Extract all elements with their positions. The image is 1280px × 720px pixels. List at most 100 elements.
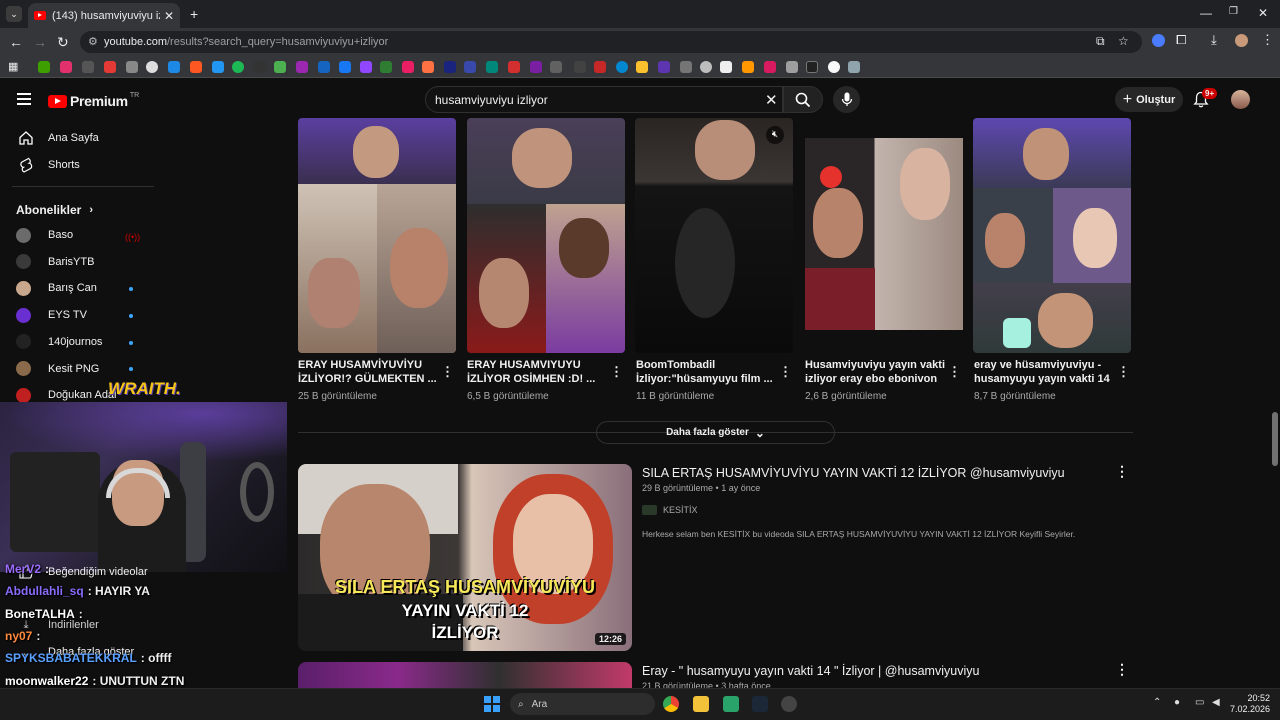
notifications-button[interactable]: 9+: [1193, 88, 1218, 111]
back-icon[interactable]: ←: [9, 34, 23, 50]
voice-search-button[interactable]: [833, 86, 860, 113]
video-title[interactable]: SILA ERTAŞ HUSAMVİYUVİYU YAYIN VAKTİ 12 …: [642, 466, 1065, 480]
app-icon[interactable]: [781, 696, 797, 712]
sidebar-subscription[interactable]: Kesit PNG: [16, 359, 99, 379]
short-thumbnail[interactable]: [467, 118, 625, 353]
bookmark-icon[interactable]: [658, 61, 670, 73]
more-options-icon[interactable]: ⋮: [779, 364, 792, 380]
subscriptions-header[interactable]: Abonelikler ›: [16, 203, 93, 217]
bookmark-icon[interactable]: [60, 61, 72, 73]
app-icon[interactable]: [723, 696, 739, 712]
bookmark-icon[interactable]: [190, 61, 202, 73]
short-title[interactable]: Husamviyuviyu yayın vakti izliyor eray e…: [805, 358, 945, 386]
bookmark-icon[interactable]: [574, 61, 586, 73]
sidebar-subscription[interactable]: 140journos: [16, 332, 102, 352]
search-button[interactable]: [783, 86, 823, 113]
browser-menu-icon[interactable]: ⋮: [1261, 32, 1274, 48]
bookmark-icon[interactable]: [806, 61, 818, 73]
more-options-icon[interactable]: ⋮: [1115, 463, 1129, 480]
bookmark-icon[interactable]: [146, 61, 158, 73]
video-thumbnail[interactable]: [298, 662, 632, 688]
forward-icon[interactable]: →: [33, 34, 47, 50]
restore-icon[interactable]: ❐: [1229, 6, 1238, 17]
taskbar-search[interactable]: ⌕ Ara: [510, 693, 655, 715]
clear-search-icon[interactable]: ✕: [765, 91, 778, 109]
site-info-icon[interactable]: ⚙: [88, 35, 98, 48]
short-thumbnail[interactable]: [973, 118, 1131, 353]
bookmark-icon[interactable]: [232, 61, 244, 73]
more-options-icon[interactable]: ⋮: [441, 364, 454, 380]
page-scrollbar[interactable]: [1272, 412, 1278, 466]
url-field[interactable]: ⚙ youtube.com/results?search_query=husam…: [80, 31, 1142, 53]
short-thumbnail[interactable]: [298, 118, 456, 353]
bookmark-icon[interactable]: [550, 61, 562, 73]
more-options-icon[interactable]: ⋮: [1117, 364, 1130, 380]
close-tab-icon[interactable]: ✕: [164, 9, 174, 23]
reload-icon[interactable]: ↻: [57, 34, 69, 51]
short-thumbnail[interactable]: [805, 118, 963, 353]
bookmark-icon[interactable]: [848, 61, 860, 73]
windows-start-icon[interactable]: [484, 696, 500, 712]
minimize-icon[interactable]: —: [1200, 6, 1212, 20]
profile-avatar[interactable]: [1235, 34, 1248, 47]
bookmark-icon[interactable]: [764, 61, 776, 73]
video-title[interactable]: Eray - " husamyuyu yayın vakti 14 " İzli…: [642, 664, 979, 678]
bookmark-icon[interactable]: [828, 61, 840, 73]
sidebar-item-shorts[interactable]: Shorts: [16, 155, 80, 175]
tab-search-button[interactable]: ⌄: [6, 6, 22, 22]
bookmark-icon[interactable]: [530, 61, 542, 73]
youtube-logo[interactable]: Premium TR: [48, 92, 139, 109]
bookmark-icon[interactable]: [720, 61, 732, 73]
short-title[interactable]: BoomTombadil İzliyor:"hüsamyuyu film ...: [636, 358, 776, 386]
bookmark-icon[interactable]: [444, 61, 456, 73]
bookmark-icon[interactable]: [786, 61, 798, 73]
sidebar-item-home[interactable]: Ana Sayfa: [16, 128, 99, 148]
bookmark-icon[interactable]: [104, 61, 116, 73]
steam-icon[interactable]: [752, 696, 768, 712]
video-thumbnail[interactable]: SILA ERTAŞ HUSAMVİYUVİYU YAYIN VAKTİ 12 …: [298, 464, 632, 651]
bookmark-icon[interactable]: [464, 61, 476, 73]
bookmark-icon[interactable]: [508, 61, 520, 73]
file-explorer-icon[interactable]: [693, 696, 709, 712]
bookmark-icon[interactable]: [636, 61, 648, 73]
bookmark-icon[interactable]: [616, 61, 628, 73]
sidebar-subscription[interactable]: Baso: [16, 225, 73, 245]
bookmark-icon[interactable]: [38, 61, 50, 73]
bookmark-icon[interactable]: [82, 61, 94, 73]
bookmark-icon[interactable]: [296, 61, 308, 73]
bookmark-icon[interactable]: [360, 61, 372, 73]
extension-icon[interactable]: [1152, 34, 1165, 47]
bookmark-icon[interactable]: [318, 61, 330, 73]
bookmark-star-icon[interactable]: ☆: [1118, 34, 1129, 48]
new-tab-icon[interactable]: +: [190, 6, 198, 22]
browser-tab-active[interactable]: (143) husamviyuviyu izliyor - Yo ✕: [28, 3, 180, 28]
network-icon[interactable]: ▭: [1195, 697, 1204, 708]
bookmark-icon[interactable]: [700, 61, 712, 73]
bookmark-icon[interactable]: [402, 61, 414, 73]
download-icon[interactable]: ⤓: [1211, 32, 1217, 48]
create-button[interactable]: + Oluştur: [1115, 87, 1183, 112]
shorts-show-more-button[interactable]: Daha fazla göster ⌄: [596, 421, 835, 444]
more-options-icon[interactable]: ⋮: [610, 364, 623, 380]
bookmark-icon[interactable]: [274, 61, 286, 73]
sidebar-subscription[interactable]: Barış Can: [16, 278, 97, 298]
bookmark-icon[interactable]: [680, 61, 692, 73]
apps-grid-icon[interactable]: ▦: [8, 60, 18, 73]
more-options-icon[interactable]: ⋮: [948, 364, 961, 380]
short-title[interactable]: eray ve hüsamviyuviyu - husamyuyu yayın …: [974, 358, 1114, 386]
short-title[interactable]: ERAY HUSAMVİYUVİYU İZLİYOR!? GÜLMEKTEN .…: [298, 358, 438, 386]
volume-icon[interactable]: ◀︎: [1212, 697, 1220, 708]
bookmark-icon[interactable]: [254, 61, 266, 73]
tray-chevron-icon[interactable]: ⌃: [1153, 697, 1161, 708]
bookmark-icon[interactable]: [594, 61, 606, 73]
bookmark-icon[interactable]: [126, 61, 138, 73]
bookmark-icon[interactable]: [339, 61, 351, 73]
account-avatar[interactable]: [1231, 90, 1250, 109]
short-title[interactable]: ERAY HUSAMVIYUYU İZLİYOR OSİMHEN :D! ...: [467, 358, 607, 386]
bookmark-icon[interactable]: [422, 61, 434, 73]
video-channel[interactable]: KESİTİX: [642, 505, 698, 515]
microphone-tray-icon[interactable]: ●: [1174, 697, 1180, 708]
bookmark-icon[interactable]: [380, 61, 392, 73]
bookmark-icon[interactable]: [742, 61, 754, 73]
search-input[interactable]: husamviyuviyu izliyor ✕: [425, 86, 783, 113]
